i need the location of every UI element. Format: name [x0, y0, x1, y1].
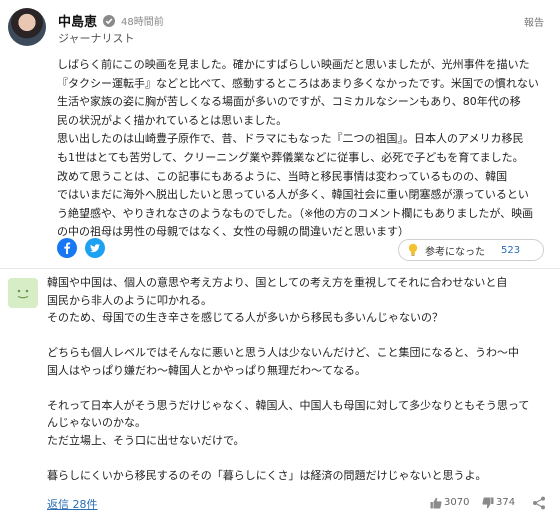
comment-line: 国人はやっぱり嫌だわ～韓国人とかやっぱり無理だわ～てなる。: [47, 363, 366, 377]
comment-line: どちらも個人レベルではそんなに悪いと思う人は少ないんだけど、こと集団になると、う…: [47, 346, 520, 359]
author-row: 中島恵 48時間前: [58, 11, 164, 30]
comment-line: ただ立場上、そう口に出せないだけで。: [47, 433, 245, 447]
author-name[interactable]: 中島恵: [58, 11, 97, 30]
helpful-button[interactable]: 参考になった 523: [398, 239, 544, 261]
comment-line: それって日本人がそう思うだけじゃなく、韓国人、中国人も母国に対して多少なりともそ…: [47, 398, 530, 412]
author-role: ジャーナリスト: [58, 32, 135, 45]
thumbs-down-icon[interactable]: [482, 497, 494, 509]
comment-line: 『タクシー運転手』などと比べて、感動するところはあまり多くなかったです。米国での…: [57, 76, 539, 90]
thumbs-up-icon[interactable]: [430, 497, 442, 509]
comment-line: ではいまだに海外へ脱出したいと思っている人が多く、韓国社会に重い閉塞感が漂ってい…: [57, 188, 529, 202]
expert-comment: 中島恵 48時間前 ジャーナリスト 報告 しばらく前にこの映画を見ました。確かに…: [0, 0, 560, 261]
share-buttons: [57, 238, 105, 258]
author-avatar[interactable]: [8, 8, 46, 46]
comment-line: 改めて思うことは、この記事にもあるように、当時と移民事情は変わっているものの、韓…: [57, 169, 508, 183]
comment-line: 国民から非人のように叩かれる。: [47, 293, 212, 307]
comment-line: しばらく前にこの映画を見ました。確かにすばらしい映画だと思いましたが、光州事件を…: [57, 58, 530, 71]
comment-line: 生活や家族の姿に胸が苦しくなる場面が多いのですが、コミカルなシーンもあり、80年…: [57, 95, 521, 109]
helpful-count: 523: [501, 244, 521, 256]
user-face-icon: [17, 289, 29, 299]
comment-footer: 返信 28件 3070 374: [0, 494, 560, 514]
comment-divider: [0, 268, 560, 269]
comment-line: 韓国や中国は、個人の意思や考え方より、国としての考え方を重視してそれに合わせない…: [47, 276, 508, 289]
posted-time: 48時間前: [121, 17, 164, 28]
comment-line: んじゃないのかな。: [47, 416, 146, 429]
comment-line: も1世はとても苦労して、クリーニング業や葬儀業などに従事し、必死で子どもを育てま…: [57, 150, 524, 164]
reply-link[interactable]: 返信 28件: [47, 496, 98, 512]
like-count: 3070: [444, 497, 470, 508]
comment-line: 民の状況がよく描かれているとは思いました。: [57, 113, 288, 127]
comment-line: そのため、母国での生き辛さを感じてる人が多いから移民も多いんじゃないの？: [47, 311, 443, 324]
bulb-icon: [408, 243, 418, 256]
twitter-icon[interactable]: [85, 238, 105, 258]
helpful-label: 参考になった: [425, 246, 485, 258]
user-avatar[interactable]: [8, 278, 38, 308]
verified-icon: [103, 14, 116, 27]
share-icon[interactable]: [532, 496, 546, 510]
expert-comment-text: しばらく前にこの映画を見ました。確かにすばらしい映画だと思いましたが、光州事件を…: [57, 56, 547, 242]
dislike-count: 374: [496, 497, 516, 508]
facebook-icon[interactable]: [57, 238, 77, 258]
comment-line: 思い出したのは山崎豊子原作で、昔、ドラマにもなった『二つの祖国』。日本人のアメリ…: [57, 132, 524, 146]
report-link[interactable]: 報告: [524, 14, 544, 29]
comment-line: う絶望感や、やりきれなさのようなものでした。（※他の方のコメント欄にもありました…: [57, 206, 534, 220]
user-comment-text: 韓国や中国は、個人の意思や考え方より、国としての考え方を重視してそれに合わせない…: [47, 274, 552, 484]
comment-line: 暮らしにくいから移民するのその「暮らしにくさ」は経済の問題だけじゃないと思うよ。: [47, 468, 487, 482]
